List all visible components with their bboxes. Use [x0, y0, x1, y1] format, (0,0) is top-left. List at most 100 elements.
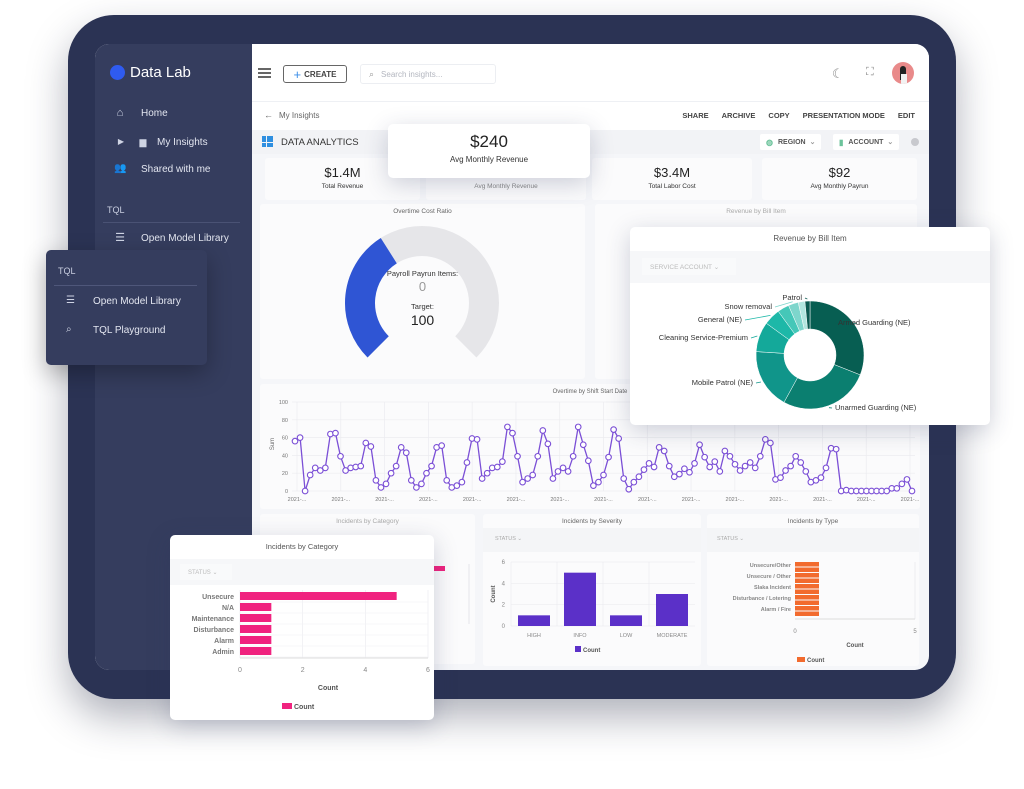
x-tick-label: LOW: [620, 633, 633, 639]
kpi-label: Total Revenue: [321, 183, 364, 190]
search-icon: ⌕: [369, 68, 375, 79]
data-point: [483, 469, 491, 477]
chart-title: Incidents by Category: [265, 542, 339, 551]
filter-label: ACCOUNT: [848, 138, 884, 146]
data-point: [301, 487, 309, 495]
bar: [656, 594, 688, 626]
back-arrow-icon[interactable]: ←: [264, 110, 273, 120]
x-tick-label: 2021-...: [594, 497, 613, 503]
x-tick-label: 4: [363, 667, 367, 674]
info-icon[interactable]: [911, 138, 919, 146]
create-label: CREATE: [304, 69, 337, 79]
gauge-panel: Overtime Cost Ratio Payroll Payrun Items…: [260, 204, 585, 379]
severity-panel: Incidents by Severity STATUS ⌄ 0 2 4 6 Count…: [483, 514, 701, 666]
x-tick-label: 2021-...: [419, 497, 438, 503]
brand[interactable]: Data Lab: [110, 64, 191, 81]
data-point: [463, 459, 471, 466]
brand-name: Data Lab: [130, 64, 191, 81]
data-point: [357, 462, 365, 470]
type-bar-chart: 0 5 Unsecure/Other Unsecure / Other Slaka In…: [733, 562, 917, 664]
data-point: [686, 468, 693, 476]
data-point: [306, 471, 314, 479]
data-point: [590, 482, 597, 490]
avatar[interactable]: [892, 62, 914, 84]
data-point: [367, 443, 375, 450]
slice-label: Armed Guarding (NE): [838, 318, 911, 327]
archive-button[interactable]: ARCHIVE: [722, 111, 756, 120]
data-point: [478, 475, 486, 482]
gauge-fill: [345, 237, 398, 358]
category-bar-chart: 0 2 4 6 Unsecure N/A Maintenance Disturbance Ala…: [192, 590, 430, 711]
menu-item-open-model-library[interactable]: ☰ Open Model Library: [46, 292, 207, 312]
data-point: [898, 480, 906, 488]
category-label: Disturbance / Lotering: [733, 596, 791, 602]
bar: [433, 566, 445, 571]
y-tick-label: 60: [282, 436, 288, 442]
service-account-filter[interactable]: SERVICE ACCOUNT ⌄: [642, 258, 736, 275]
data-point: [797, 459, 805, 466]
data-point: [711, 458, 719, 465]
caret-right-icon[interactable]: ▶: [115, 136, 127, 148]
data-point: [777, 474, 784, 481]
category-label: Unsecure/Other: [750, 563, 792, 569]
tql-popup-menu: TQL ☰ Open Model Library ⌕ TQL Playgroun…: [46, 250, 207, 365]
revenue-by-bill-item-card: Revenue by Bill Item SERVICE ACCOUNT ⌄ A…: [630, 227, 990, 425]
bar: [795, 595, 819, 600]
sidebar-item-shared-with-me[interactable]: 👥 Shared with me: [95, 158, 252, 180]
data-point: [696, 441, 703, 449]
copy-button[interactable]: COPY: [768, 111, 789, 120]
fullscreen-icon[interactable]: ⛶: [866, 66, 874, 79]
dashboard-header: DATA ANALYTICS ◍ REGION ⌄ ▮ ACCOUNT ⌄: [252, 130, 929, 154]
bookmark-icon: ▮: [839, 137, 844, 147]
data-point: [741, 462, 749, 470]
donut-chart: Armed Guarding (NE) Unarmed Guarding (NE)…: [659, 293, 917, 412]
action-bar: SHARE ARCHIVE COPY PRESENTATION MODE EDI…: [682, 111, 915, 120]
dashboard-icon: [262, 136, 273, 147]
region-filter[interactable]: ◍ REGION ⌄: [760, 134, 822, 150]
sidebar-item-open-model-library[interactable]: ☰ Open Model Library: [95, 227, 252, 249]
x-axis-label: Count: [318, 685, 339, 692]
account-filter[interactable]: ▮ ACCOUNT ⌄: [833, 134, 900, 150]
search-input[interactable]: ⌕ Search insights...: [360, 64, 496, 84]
dark-mode-icon[interactable]: ☾: [832, 66, 844, 82]
data-point: [443, 476, 451, 484]
x-tick-label: 6: [426, 667, 430, 674]
data-point: [524, 475, 531, 482]
database-icon: ☰: [115, 232, 125, 244]
presentation-mode-button[interactable]: PRESENTATION MODE: [803, 111, 885, 120]
legend-swatch: [575, 646, 581, 652]
status-filter[interactable]: STATUS ⌄: [180, 564, 232, 580]
data-point: [392, 462, 400, 470]
incidents-by-category-card: Incidents by Category STATUS ⌄ 0 2 4 6 Unsec…: [170, 535, 434, 720]
data-point: [761, 436, 769, 443]
y-tick-label: 2: [502, 603, 506, 609]
sidebar-item-home[interactable]: ⌂ Home: [95, 102, 252, 124]
data-point: [291, 437, 299, 445]
gauge-target-label: Target:: [411, 302, 434, 311]
sidebar-item-label: My Insights: [157, 136, 208, 148]
create-button[interactable]: + CREATE: [283, 65, 347, 83]
sidebar-item-my-insights[interactable]: ▶ ▆ My Insights: [95, 131, 252, 153]
x-tick-label: 0: [238, 667, 242, 674]
x-tick-label: 2021-...: [901, 497, 920, 503]
menu-icon[interactable]: [258, 68, 271, 78]
data-point: [564, 468, 572, 475]
bar: [795, 562, 819, 567]
data-point: [544, 440, 552, 448]
breadcrumb[interactable]: My Insights: [279, 111, 319, 120]
gauge-items-value: 0: [418, 279, 427, 294]
data-point: [736, 467, 744, 474]
chevron-down-icon: ⌄: [887, 139, 894, 146]
status-filter[interactable]: STATUS ⌄: [495, 536, 522, 542]
edit-button[interactable]: EDIT: [898, 111, 915, 120]
data-point: [832, 445, 840, 453]
bar: [564, 572, 596, 626]
y-axis-label: Count: [491, 585, 497, 602]
sidebar-item-label: Open Model Library: [141, 232, 229, 244]
status-filter[interactable]: STATUS ⌄: [717, 536, 744, 542]
data-point: [625, 485, 633, 493]
divider: [103, 222, 240, 223]
menu-item-tql-playground[interactable]: ⌕ TQL Playground: [46, 321, 207, 341]
share-button[interactable]: SHARE: [682, 111, 708, 120]
menu-item-label: Open Model Library: [93, 296, 181, 307]
